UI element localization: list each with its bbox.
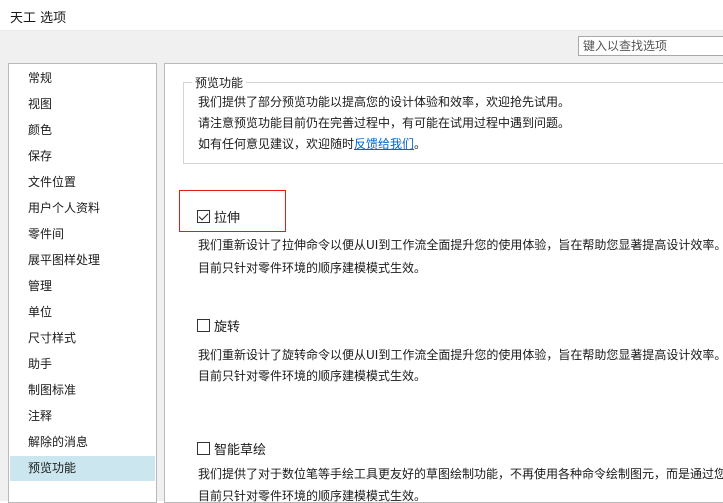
feedback-link[interactable]: 反馈给我们	[354, 137, 414, 151]
sidebar-item-view[interactable]: 视图	[10, 92, 155, 117]
search-input[interactable]	[578, 36, 723, 56]
revolve-note: 目前只针对零件环境的顺序建模模式生效。	[198, 369, 427, 383]
sidebar-item-general[interactable]: 常规	[10, 66, 155, 91]
smart-sketch-description: 我们提供了对于数位笔等手绘工具更友好的草图绘制功能，不再使用各种命令绘制图元，而…	[198, 467, 723, 481]
sidebar-item-colors[interactable]: 颜色	[10, 118, 155, 143]
sidebar-item-drawing-standards[interactable]: 制图标准	[10, 378, 155, 403]
extrude-description: 我们重新设计了拉伸命令以便从UI到工作流全面提升您的使用体验，旨在帮助您显著提高…	[198, 238, 723, 252]
sidebar-item-annotation[interactable]: 注释	[10, 404, 155, 429]
info-line-3: 如有任何意见建议，欢迎随时反馈给我们。	[198, 135, 426, 152]
sidebar-item-management[interactable]: 管理	[10, 274, 155, 299]
sidebar-item-inter-part[interactable]: 零件间	[10, 222, 155, 247]
sidebar-item-save[interactable]: 保存	[10, 144, 155, 169]
info-line-3-suffix: 。	[414, 137, 427, 151]
revolve-description: 我们重新设计了旋转命令以便从UI到工作流全面提升您的使用体验，旨在帮助您显著提高…	[198, 348, 723, 362]
sidebar-item-dimension-style[interactable]: 尺寸样式	[10, 326, 155, 351]
info-line-3-prefix: 如有任何意见建议，欢迎随时	[198, 137, 355, 151]
checkbox-unchecked-icon[interactable]	[197, 442, 210, 455]
extrude-note: 目前只针对零件环境的顺序建模模式生效。	[198, 261, 427, 275]
checkbox-unchecked-icon[interactable]	[197, 319, 210, 332]
smart-sketch-label: 智能草绘	[214, 443, 267, 458]
options-sidebar: 常规 视图 颜色 保存 文件位置 用户个人资料 零件间 展平图样处理 管理 单位…	[8, 63, 157, 503]
sidebar-item-flat-pattern[interactable]: 展平图样处理	[10, 248, 155, 273]
checkbox-checked-icon[interactable]	[197, 210, 210, 223]
options-content-panel: 预览功能 我们提供了部分预览功能以提高您的设计体验和效率，欢迎抢先试用。 请注意…	[164, 63, 723, 503]
title-bar: 天工 选项	[0, 0, 723, 31]
info-line-2: 请注意预览功能目前仍在完善过程中，有可能在试用过程中遇到问题。	[198, 116, 571, 130]
sidebar-item-preview-features[interactable]: 预览功能	[10, 456, 155, 481]
revolve-checkbox[interactable]: 旋转	[197, 316, 240, 335]
sidebar-item-units[interactable]: 单位	[10, 300, 155, 325]
sidebar-item-dismissed-messages[interactable]: 解除的消息	[10, 430, 155, 455]
sidebar-item-user-profile[interactable]: 用户个人资料	[10, 196, 155, 221]
smart-sketch-checkbox[interactable]: 智能草绘	[197, 439, 266, 458]
preview-info-group: 预览功能 我们提供了部分预览功能以提高您的设计体验和效率，欢迎抢先试用。 请注意…	[183, 74, 723, 164]
extrude-label: 拉伸	[214, 211, 241, 226]
extrude-checkbox[interactable]: 拉伸	[197, 207, 240, 226]
sidebar-item-assistant[interactable]: 助手	[10, 352, 155, 377]
revolve-label: 旋转	[214, 320, 241, 335]
window-title: 天工 选项	[10, 11, 67, 26]
sidebar-item-file-locations[interactable]: 文件位置	[10, 170, 155, 195]
info-line-1: 我们提供了部分预览功能以提高您的设计体验和效率，欢迎抢先试用。	[198, 95, 571, 109]
group-heading: 预览功能	[192, 74, 247, 91]
